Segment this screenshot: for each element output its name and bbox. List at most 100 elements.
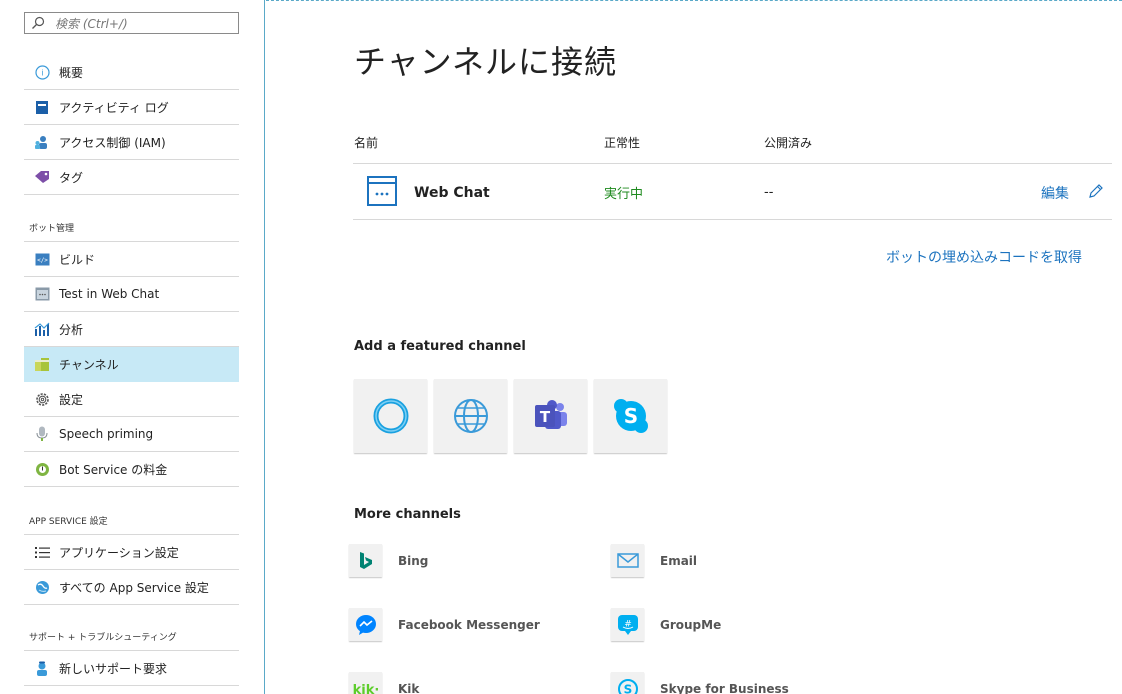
channel-skype-for-business[interactable]: S Skype for Business bbox=[611, 672, 789, 694]
channels-icon bbox=[34, 356, 50, 372]
featured-channels-heading: Add a featured channel bbox=[354, 339, 526, 354]
featured-channel-web[interactable] bbox=[434, 379, 507, 453]
featured-channel-cortana[interactable] bbox=[354, 379, 427, 453]
nav-general: i 概要 アクティビティ ログ アクセス制御 (IAM) タグ bbox=[24, 55, 239, 195]
sidebar-item-channels[interactable]: チャンネル bbox=[24, 347, 239, 382]
sidebar-item-label: チャンネル bbox=[59, 357, 119, 372]
channel-name: Skype for Business bbox=[660, 681, 789, 694]
main-content: チャンネルに接続 名前 正常性 公開済み Web Chat 実行中 -- 編集 … bbox=[266, 0, 1122, 694]
nav-app-service: アプリケーション設定 すべての App Service 設定 bbox=[24, 534, 239, 605]
groupme-icon: # bbox=[611, 608, 644, 641]
section-label-support: サポート + トラブルシューティング bbox=[29, 633, 177, 643]
sidebar-item-test-webchat[interactable]: Test in Web Chat bbox=[24, 277, 239, 312]
support-person-icon bbox=[34, 660, 50, 676]
pricing-icon bbox=[34, 461, 50, 477]
email-icon bbox=[611, 544, 644, 577]
sidebar-item-label: アクセス制御 (IAM) bbox=[59, 135, 166, 150]
page-title: チャンネルに接続 bbox=[354, 43, 618, 81]
channel-name: Bing bbox=[398, 553, 429, 568]
search-input[interactable]: 検索 (Ctrl+/) bbox=[24, 12, 239, 34]
activity-log-icon bbox=[34, 99, 50, 115]
skype-for-business-icon: S bbox=[611, 672, 644, 694]
section-label-app-service: APP SERVICE 設定 bbox=[29, 517, 108, 527]
featured-channel-teams[interactable]: T bbox=[514, 379, 587, 453]
list-icon bbox=[34, 544, 50, 560]
sidebar-item-label: 分析 bbox=[59, 322, 84, 337]
sidebar-item-label: 設定 bbox=[59, 392, 84, 407]
sidebar-item-label: タグ bbox=[59, 170, 84, 185]
channel-name: Email bbox=[660, 553, 698, 568]
svg-text:</>: </> bbox=[37, 257, 48, 264]
channel-name: Web Chat bbox=[414, 185, 490, 201]
bing-icon bbox=[349, 544, 382, 577]
microphone-icon bbox=[34, 426, 50, 442]
sidebar-item-analytics[interactable]: 分析 bbox=[24, 312, 239, 347]
web-chat-icon bbox=[367, 176, 397, 206]
sidebar-item-label: Test in Web Chat bbox=[59, 287, 160, 301]
kik-icon: kik· bbox=[349, 672, 382, 694]
health-status: 実行中 bbox=[604, 187, 644, 202]
sidebar-item-settings[interactable]: 設定 bbox=[24, 382, 239, 417]
sidebar-item-activity-log[interactable]: アクティビティ ログ bbox=[24, 90, 239, 125]
channel-name: GroupMe bbox=[660, 617, 722, 632]
sidebar-item-label: 新しいサポート要求 bbox=[59, 661, 168, 676]
channel-facebook-messenger[interactable]: Facebook Messenger bbox=[349, 608, 540, 641]
search-placeholder: 検索 (Ctrl+/) bbox=[55, 16, 128, 31]
channel-groupme[interactable]: # GroupMe bbox=[611, 608, 721, 641]
sidebar-item-label: ビルド bbox=[59, 252, 96, 267]
sidebar-item-label: アプリケーション設定 bbox=[59, 545, 179, 560]
tag-icon bbox=[34, 169, 50, 185]
featured-channel-skype[interactable]: S bbox=[594, 379, 667, 453]
svg-text:S: S bbox=[623, 682, 632, 694]
sidebar-item-label: 概要 bbox=[59, 65, 84, 80]
web-globe-icon bbox=[453, 399, 488, 433]
column-header-name: 名前 bbox=[354, 136, 379, 150]
skype-icon: S bbox=[613, 399, 648, 433]
table-row: Web Chat 実行中 -- 編集 bbox=[353, 163, 1112, 220]
nav-bot-management: </> ビルド Test in Web Chat 分析 チャンネル 設定 Spe… bbox=[24, 241, 239, 487]
column-header-health: 正常性 bbox=[604, 136, 641, 150]
svg-text:T: T bbox=[539, 408, 550, 426]
access-control-icon bbox=[34, 134, 50, 150]
channel-name: Kik bbox=[398, 681, 420, 694]
sidebar-item-label: アクティビティ ログ bbox=[59, 100, 169, 115]
sidebar-item-pricing[interactable]: Bot Service の料金 bbox=[24, 452, 239, 487]
column-header-published: 公開済み bbox=[764, 136, 813, 150]
channel-name: Facebook Messenger bbox=[398, 617, 540, 632]
chat-window-icon bbox=[34, 286, 50, 302]
sidebar-item-app-settings[interactable]: アプリケーション設定 bbox=[24, 535, 239, 570]
svg-text:kik·: kik· bbox=[353, 683, 379, 694]
overview-icon: i bbox=[34, 64, 50, 80]
more-channels-heading: More channels bbox=[354, 507, 461, 522]
sidebar-item-label: すべての App Service 設定 bbox=[59, 580, 209, 595]
nav-support: 新しいサポート要求 bbox=[24, 650, 239, 686]
svg-text:S: S bbox=[623, 404, 637, 428]
published-status: -- bbox=[764, 185, 774, 200]
channel-bing[interactable]: Bing bbox=[349, 544, 428, 577]
app-service-globe-icon bbox=[34, 579, 50, 595]
get-embed-code-link[interactable]: ボットの埋め込みコードを取得 bbox=[886, 247, 1082, 267]
sidebar-item-all-app-service-settings[interactable]: すべての App Service 設定 bbox=[24, 570, 239, 605]
edit-link[interactable]: 編集 bbox=[1041, 183, 1069, 203]
sidebar-item-speech-priming[interactable]: Speech priming bbox=[24, 417, 239, 452]
channel-email[interactable]: Email bbox=[611, 544, 697, 577]
sidebar-item-overview[interactable]: i 概要 bbox=[24, 55, 239, 90]
channel-kik[interactable]: kik· Kik bbox=[349, 672, 419, 694]
sidebar-item-new-support-request[interactable]: 新しいサポート要求 bbox=[24, 651, 239, 686]
sidebar-item-label: Bot Service の料金 bbox=[59, 462, 168, 477]
sidebar-item-tags[interactable]: タグ bbox=[24, 160, 239, 195]
sidebar-item-label: Speech priming bbox=[59, 427, 154, 441]
cortana-icon bbox=[373, 398, 408, 434]
gear-icon bbox=[34, 391, 50, 407]
teams-icon: T bbox=[534, 400, 567, 429]
pencil-icon[interactable] bbox=[1088, 183, 1104, 199]
code-icon: </> bbox=[34, 251, 50, 267]
sidebar-item-iam[interactable]: アクセス制御 (IAM) bbox=[24, 125, 239, 160]
search-icon bbox=[32, 16, 45, 29]
analytics-icon bbox=[34, 321, 50, 337]
sidebar: 検索 (Ctrl+/) i 概要 アクティビティ ログ アクセス制御 (IAM)… bbox=[0, 0, 265, 694]
messenger-icon bbox=[349, 608, 382, 641]
sidebar-item-build[interactable]: </> ビルド bbox=[24, 242, 239, 277]
section-label-bot-management: ボット管理 bbox=[29, 224, 75, 234]
svg-text:i: i bbox=[41, 68, 43, 77]
